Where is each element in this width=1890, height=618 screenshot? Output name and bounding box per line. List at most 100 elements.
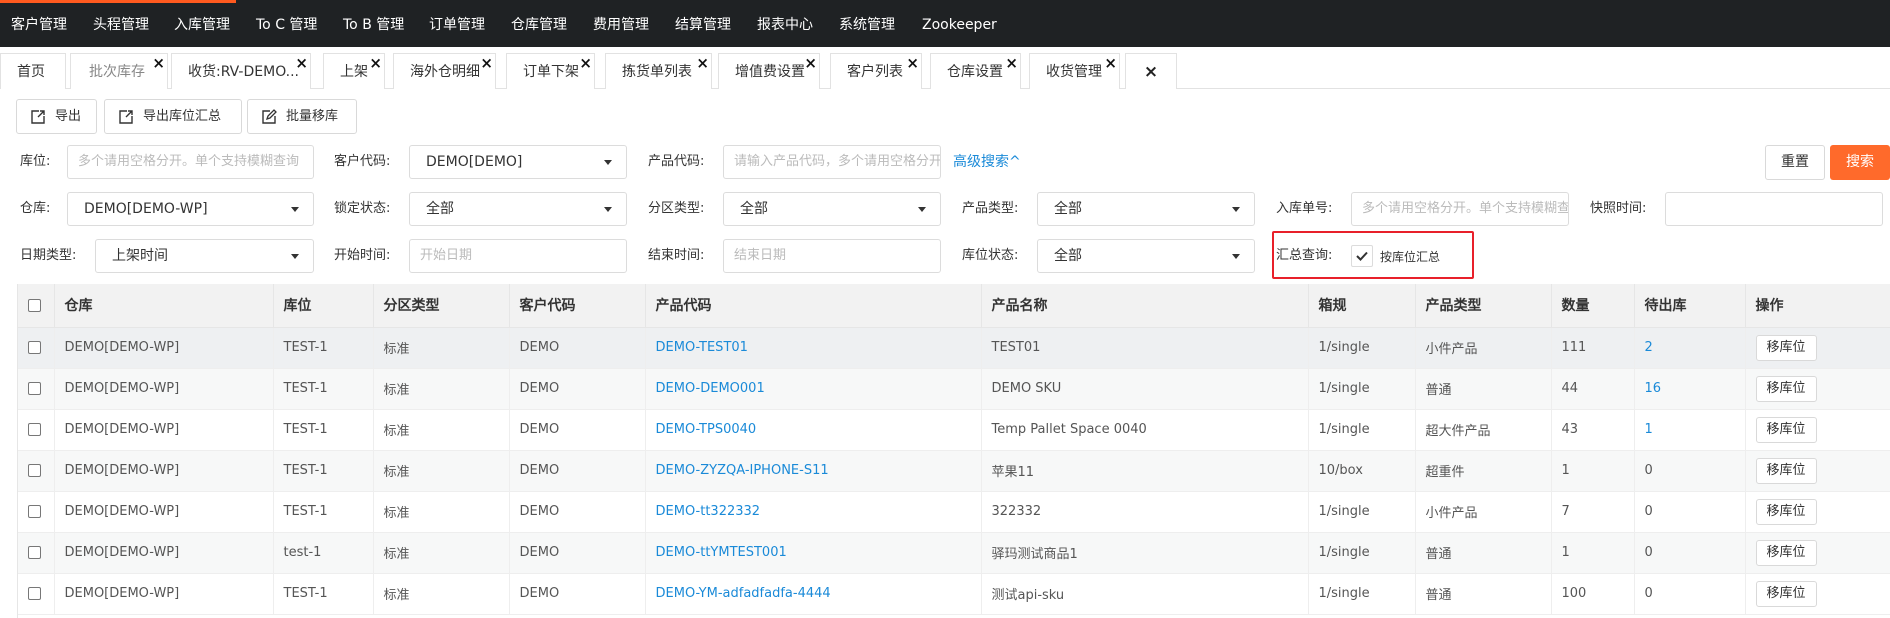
cell-sku[interactable]: DEMO-DEMO001 xyxy=(645,368,982,410)
customer-code-select[interactable]: DEMO[DEMO] xyxy=(409,145,627,179)
close-icon[interactable]: × xyxy=(480,45,493,81)
date-type-select[interactable]: 上架时间 xyxy=(95,239,314,273)
nav-system-management[interactable]: 系统管理 xyxy=(839,0,895,47)
nav-inbound-management[interactable]: 入库管理 xyxy=(174,0,230,47)
row-checkbox[interactable] xyxy=(28,546,41,559)
nav-report-center[interactable]: 报表中心 xyxy=(757,0,813,47)
row-checkbox[interactable] xyxy=(28,464,41,477)
tab-pick-list[interactable]: 拣货单列表 × xyxy=(605,53,712,89)
table-row[interactable]: DEMO[DEMO-WP] TEST-1 标准 DEMO DEMO-YM-adfadfa… xyxy=(18,573,1890,615)
row-checkbox[interactable] xyxy=(28,505,41,518)
close-icon[interactable]: × xyxy=(906,45,919,81)
table-row[interactable]: DEMO[DEMO-WP] TEST-1 标准 DEMO DEMO-TPS0040 Tem… xyxy=(18,409,1890,451)
tab-warehouse-settings[interactable]: 仓库设置 × xyxy=(930,53,1021,89)
table-row[interactable]: DEMO[DEMO-WP] TEST-1 标准 DEMO DEMO-tt322332 32… xyxy=(18,491,1890,533)
row-checkbox[interactable] xyxy=(28,587,41,600)
close-icon[interactable]: × xyxy=(152,45,165,81)
tab-receiving[interactable]: 收货:RV-DEMO... × xyxy=(171,53,311,89)
cell-sku[interactable]: DEMO-TPS0040 xyxy=(645,409,982,451)
cell-pending[interactable]: 16 xyxy=(1634,368,1746,410)
row-select-cell xyxy=(18,532,55,574)
tab-value-added-fee-settings[interactable]: 增值费设置 × xyxy=(718,53,820,89)
table-row[interactable]: DEMO[DEMO-WP] TEST-1 标准 DEMO DEMO-DEMO001 DEM… xyxy=(18,368,1890,410)
move-location-button[interactable]: 移库位 xyxy=(1755,334,1817,361)
search-button[interactable]: 搜索 xyxy=(1830,145,1890,180)
export-button[interactable]: 导出 xyxy=(16,99,97,134)
nav-toc-management[interactable]: To C 管理 xyxy=(256,0,317,47)
move-location-button[interactable]: 移库位 xyxy=(1755,498,1817,525)
end-date-input[interactable]: 结束日期 xyxy=(723,239,941,273)
export-location-summary-button[interactable]: 导出库位汇总 xyxy=(104,99,242,134)
location-input[interactable]: 多个请用空格分开。单个支持模糊查询 xyxy=(67,145,314,179)
tab-label: 收货:RV-DEMO... xyxy=(188,64,299,80)
batch-move-button[interactable]: 批量移库 xyxy=(247,99,357,134)
tab-putaway[interactable]: 上架 × xyxy=(323,53,385,89)
lock-status-value: 全部 xyxy=(426,201,454,217)
tab-label: 上架 xyxy=(340,64,368,80)
move-location-button[interactable]: 移库位 xyxy=(1755,539,1817,566)
zone-type-label: 分区类型: xyxy=(648,201,705,216)
nav-tob-management[interactable]: To B 管理 xyxy=(343,0,404,47)
lock-status-select[interactable]: 全部 xyxy=(409,192,627,226)
tab-order-pickdown[interactable]: 订单下架 × xyxy=(506,53,595,89)
tab-home[interactable]: 首页 xyxy=(0,53,66,89)
tab-overseas-warehouse-detail[interactable]: 海外仓明细 × xyxy=(393,53,496,89)
close-icon[interactable]: × xyxy=(804,45,817,81)
nav-warehouse-management[interactable]: 仓库管理 xyxy=(511,0,567,47)
cell-spec: 1/single xyxy=(1308,491,1416,533)
select-all-checkbox[interactable] xyxy=(28,298,41,312)
tab-customer-list[interactable]: 客户列表 × xyxy=(830,53,922,89)
close-icon[interactable]: × xyxy=(696,45,709,81)
start-date-input[interactable]: 开始日期 xyxy=(409,239,627,273)
cell-sku[interactable]: DEMO-ttYMTEST001 xyxy=(645,532,982,574)
cell-zone: 标准 xyxy=(373,368,510,410)
cell-pending[interactable]: 2 xyxy=(1634,327,1746,369)
move-location-button[interactable]: 移库位 xyxy=(1755,580,1817,607)
snapshot-time-input[interactable] xyxy=(1665,192,1883,226)
summary-by-location-checkbox[interactable] xyxy=(1351,245,1373,267)
table-row[interactable]: DEMO[DEMO-WP] TEST-1 标准 DEMO DEMO-TEST01 TEST… xyxy=(18,327,1890,369)
nav-fee-management[interactable]: 费用管理 xyxy=(593,0,649,47)
cell-sku[interactable]: DEMO-TEST01 xyxy=(645,327,982,369)
chevron-down-icon xyxy=(604,207,612,212)
cell-ptype: 普通 xyxy=(1415,532,1552,574)
close-icon[interactable]: × xyxy=(1005,45,1018,81)
cell-actions: 移库位 xyxy=(1745,327,1890,369)
row-checkbox[interactable] xyxy=(28,341,41,354)
tab-batch-inventory[interactable]: 批次库存 × xyxy=(70,53,168,89)
close-icon[interactable]: × xyxy=(369,45,382,81)
move-location-button[interactable]: 移库位 xyxy=(1755,375,1817,402)
cell-pending[interactable]: 1 xyxy=(1634,409,1746,451)
row-checkbox[interactable] xyxy=(28,382,41,395)
close-icon[interactable]: × xyxy=(1104,45,1117,81)
table-row[interactable]: DEMO[DEMO-WP] test-1 标准 DEMO DEMO-ttYMTEST00… xyxy=(18,532,1890,574)
table-row[interactable]: DEMO[DEMO-WP] TEST-1 标准 DEMO DEMO-ZYZQA-IPHO… xyxy=(18,450,1890,492)
cell-zone: 标准 xyxy=(373,327,510,369)
move-location-button[interactable]: 移库位 xyxy=(1755,457,1817,484)
nav-order-management[interactable]: 订单管理 xyxy=(429,0,485,47)
reset-button[interactable]: 重置 xyxy=(1765,145,1825,180)
tab-receiving-management[interactable]: 收货管理 × xyxy=(1029,53,1120,89)
cell-sku[interactable]: DEMO-ZYZQA-IPHONE-S11 xyxy=(645,450,982,492)
close-icon[interactable]: × xyxy=(579,45,592,81)
location-status-select[interactable]: 全部 xyxy=(1037,239,1255,273)
nav-customer-management[interactable]: 客户管理 xyxy=(11,0,67,47)
zone-type-select[interactable]: 全部 xyxy=(723,192,941,226)
nav-zookeeper[interactable]: Zookeeper xyxy=(922,0,997,47)
row-checkbox[interactable] xyxy=(28,423,41,436)
cell-customer: DEMO xyxy=(509,491,646,533)
cell-sku[interactable]: DEMO-YM-adfadfadfa-4444 xyxy=(645,573,982,615)
product-code-input[interactable]: 请输入产品代码，多个请用空格分开 xyxy=(723,145,941,179)
cell-sku[interactable]: DEMO-tt322332 xyxy=(645,491,982,533)
close-icon[interactable]: × xyxy=(295,45,308,81)
warehouse-select[interactable]: DEMO[DEMO-WP] xyxy=(67,192,314,226)
move-location-button[interactable]: 移库位 xyxy=(1755,416,1817,443)
nav-first-leg-management[interactable]: 头程管理 xyxy=(93,0,149,47)
nav-settlement-management[interactable]: 结算管理 xyxy=(675,0,731,47)
tab-label: 首页 xyxy=(17,64,45,80)
advanced-search-toggle[interactable]: 高级搜索^ xyxy=(953,145,1021,179)
product-type-select[interactable]: 全部 xyxy=(1037,192,1255,226)
cell-spec: 1/single xyxy=(1308,532,1416,574)
inbound-no-input[interactable]: 多个请用空格分开。单个支持模糊查询 xyxy=(1351,192,1569,226)
close-all-tabs-icon[interactable]: × xyxy=(1125,53,1177,89)
